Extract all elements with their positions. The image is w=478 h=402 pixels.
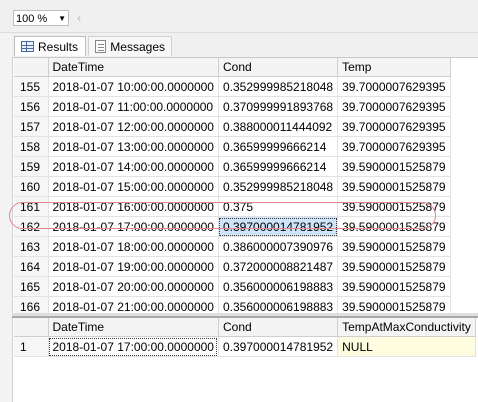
grid-header-row: DateTime Cond TempAtMaxConductivity bbox=[14, 318, 476, 337]
row-number-cell[interactable]: 156 bbox=[14, 96, 49, 117]
row-number-cell[interactable]: 163 bbox=[14, 236, 49, 257]
column-header-datetime[interactable]: DateTime bbox=[48, 318, 219, 337]
cond-cell[interactable]: 0.386000007390976 bbox=[218, 236, 339, 257]
temp-cell[interactable]: 39.5900001525879 bbox=[337, 156, 451, 177]
row-number-cell[interactable]: 158 bbox=[14, 136, 49, 157]
cond-cell[interactable]: 0.356000006198883 bbox=[218, 276, 339, 297]
table-row[interactable]: 157 2018-01-07 12:00:00.0000000 0.38800001… bbox=[14, 116, 451, 137]
grid-header-row: DateTime Cond Temp bbox=[14, 58, 451, 77]
row-number-cell[interactable]: 162 bbox=[14, 216, 49, 237]
row-number-cell[interactable]: 161 bbox=[14, 196, 49, 217]
row-number-header[interactable] bbox=[14, 58, 49, 77]
table-row[interactable]: 1 2018-01-07 17:00:00.0000000 0.3970000147… bbox=[14, 336, 476, 357]
datetime-cell[interactable]: 2018-01-07 11:00:00.0000000 bbox=[48, 96, 219, 117]
temp-cell[interactable]: 39.5900001525879 bbox=[337, 296, 451, 313]
results-grid[interactable]: DateTime Cond Temp 155 2018-01-07 10:00:0… bbox=[14, 58, 451, 313]
temp-cell[interactable]: 39.5900001525879 bbox=[337, 196, 451, 217]
cond-cell[interactable]: 0.36599999666214 bbox=[218, 156, 339, 177]
table-row[interactable]: 156 2018-01-07 11:00:00.0000000 0.37099999… bbox=[14, 96, 451, 117]
table-row[interactable]: 160 2018-01-07 15:00:00.0000000 0.35299998… bbox=[14, 176, 451, 197]
table-row[interactable]: 155 2018-01-07 10:00:00.0000000 0.35299998… bbox=[14, 76, 451, 97]
datetime-cell[interactable]: 2018-01-07 20:00:00.0000000 bbox=[48, 276, 219, 297]
temp-cell[interactable]: 39.5900001525879 bbox=[337, 276, 451, 297]
datetime-cell[interactable]: 2018-01-07 10:00:00.0000000 bbox=[48, 76, 219, 97]
row-number-header[interactable] bbox=[14, 318, 49, 337]
row-number-cell[interactable]: 166 bbox=[14, 296, 49, 313]
datetime-cell[interactable]: 2018-01-07 14:00:00.0000000 bbox=[48, 156, 219, 177]
grid-left-border bbox=[12, 318, 13, 402]
cond-cell[interactable]: 0.397000014781952 bbox=[218, 336, 339, 357]
cond-cell[interactable]: 0.352999985218048 bbox=[218, 176, 339, 197]
cond-cell[interactable]: 0.352999985218048 bbox=[218, 76, 339, 97]
column-header-cond[interactable]: Cond bbox=[218, 58, 339, 77]
table-row[interactable]: 166 2018-01-07 21:00:00.0000000 0.35600000… bbox=[14, 296, 451, 313]
cond-cell[interactable]: 0.375 bbox=[218, 196, 339, 217]
table-row[interactable]: 159 2018-01-07 14:00:00.0000000 0.36599999… bbox=[14, 156, 451, 177]
cond-cell[interactable]: 0.397000014781952 bbox=[218, 216, 339, 237]
row-number-cell[interactable]: 159 bbox=[14, 156, 49, 177]
temp-cell[interactable]: 39.5900001525879 bbox=[337, 256, 451, 277]
cond-cell[interactable]: 0.356000006198883 bbox=[218, 296, 339, 313]
temp-cell[interactable]: 39.7000007629395 bbox=[337, 116, 451, 137]
row-number-cell[interactable]: 155 bbox=[14, 76, 49, 97]
table-row[interactable]: 163 2018-01-07 18:00:00.0000000 0.38600000… bbox=[14, 236, 451, 257]
datetime-cell[interactable]: 2018-01-07 17:00:00.0000000 bbox=[48, 336, 219, 357]
table-row[interactable]: 158 2018-01-07 13:00:00.0000000 0.36599999… bbox=[14, 136, 451, 157]
cond-cell[interactable]: 0.388000011444092 bbox=[218, 116, 339, 137]
column-header-tempatmaxconductivity[interactable]: TempAtMaxConductivity bbox=[337, 318, 476, 337]
column-header-datetime[interactable]: DateTime bbox=[48, 58, 219, 77]
temp-cell[interactable]: 39.5900001525879 bbox=[337, 236, 451, 257]
row-number-cell[interactable]: 157 bbox=[14, 116, 49, 137]
cond-cell[interactable]: 0.36599999666214 bbox=[218, 136, 339, 157]
cond-cell[interactable]: 0.372000008821487 bbox=[218, 256, 339, 277]
temp-at-max-conductivity-cell[interactable]: NULL bbox=[337, 336, 476, 357]
column-header-temp[interactable]: Temp bbox=[337, 58, 451, 77]
temp-cell[interactable]: 39.5900001525879 bbox=[337, 216, 451, 237]
row-number-cell[interactable]: 160 bbox=[14, 176, 49, 197]
table-row[interactable]: 161 2018-01-07 16:00:00.0000000 0.375 39.59… bbox=[14, 196, 451, 217]
datetime-cell[interactable]: 2018-01-07 15:00:00.0000000 bbox=[48, 176, 219, 197]
column-header-cond[interactable]: Cond bbox=[218, 318, 339, 337]
temp-cell[interactable]: 39.5900001525879 bbox=[337, 176, 451, 197]
datetime-cell[interactable]: 2018-01-07 19:00:00.0000000 bbox=[48, 256, 219, 277]
datetime-cell[interactable]: 2018-01-07 16:00:00.0000000 bbox=[48, 196, 219, 217]
temp-cell[interactable]: 39.7000007629395 bbox=[337, 96, 451, 117]
datetime-cell[interactable]: 2018-01-07 21:00:00.0000000 bbox=[48, 296, 219, 313]
results-grid-viewport[interactable]: DateTime Cond Temp 155 2018-01-07 10:00:0… bbox=[0, 0, 478, 313]
datetime-cell[interactable]: 2018-01-07 18:00:00.0000000 bbox=[48, 236, 219, 257]
datetime-cell[interactable]: 2018-01-07 17:00:00.0000000 bbox=[48, 216, 219, 237]
table-row[interactable]: 162 2018-01-07 17:00:00.0000000 0.39700001… bbox=[14, 216, 451, 237]
table-row[interactable]: 164 2018-01-07 19:00:00.0000000 0.37200000… bbox=[14, 256, 451, 277]
temp-cell[interactable]: 39.7000007629395 bbox=[337, 136, 451, 157]
datetime-cell[interactable]: 2018-01-07 13:00:00.0000000 bbox=[48, 136, 219, 157]
cond-cell[interactable]: 0.370999991893768 bbox=[218, 96, 339, 117]
table-row[interactable]: 165 2018-01-07 20:00:00.0000000 0.35600000… bbox=[14, 276, 451, 297]
temp-cell[interactable]: 39.7000007629395 bbox=[337, 76, 451, 97]
datetime-cell[interactable]: 2018-01-07 12:00:00.0000000 bbox=[48, 116, 219, 137]
row-number-cell[interactable]: 165 bbox=[14, 276, 49, 297]
row-number-cell[interactable]: 1 bbox=[14, 336, 49, 357]
second-result-grid[interactable]: DateTime Cond TempAtMaxConductivity 1 201… bbox=[14, 318, 476, 357]
row-number-cell[interactable]: 164 bbox=[14, 256, 49, 277]
